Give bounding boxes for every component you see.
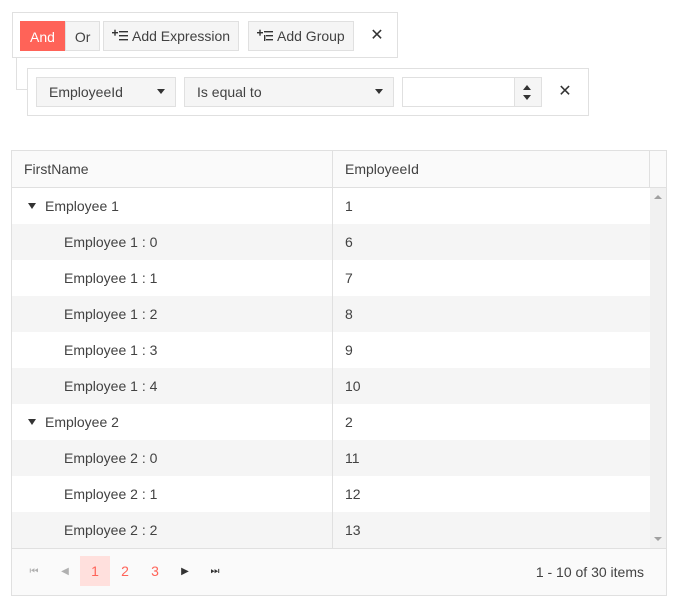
increase-arrow-icon[interactable]	[523, 85, 531, 90]
cell-firstname: Employee 2	[28, 404, 119, 440]
cell-firstname: Employee 1 : 0	[64, 224, 157, 260]
and-button[interactable]: And	[20, 21, 65, 51]
cell-firstname-text: Employee 2	[45, 414, 119, 430]
cell-firstname: Employee 1	[28, 188, 119, 224]
page-number-2[interactable]: 2	[110, 556, 140, 586]
add-group-label: Add Group	[277, 28, 345, 44]
add-group-button[interactable]: Add Group	[248, 21, 354, 51]
table-row[interactable]: Employee 1 : 3 9	[12, 332, 650, 368]
filter-expression: EmployeeId Is equal to ✕	[27, 68, 589, 116]
cell-firstname: Employee 1 : 2	[64, 296, 157, 332]
cell-employeeid: 2	[345, 414, 353, 430]
cell-firstname-text: Employee 1 : 3	[64, 342, 158, 358]
scroll-up-icon[interactable]	[654, 195, 662, 199]
cell-employeeid: 13	[345, 522, 361, 538]
cell-firstname: Employee 2 : 0	[64, 440, 157, 476]
table-row[interactable]: Employee 1 : 2 8	[12, 296, 650, 332]
cell-employeeid: 10	[345, 378, 361, 394]
column-divider	[649, 151, 650, 187]
operator-dropdown-value: Is equal to	[197, 84, 262, 100]
column-divider	[332, 188, 333, 548]
first-page-icon[interactable]: ⏮	[23, 561, 45, 583]
cell-firstname: Employee 2 : 1	[64, 476, 157, 512]
table-row[interactable]: Employee 1 1	[12, 188, 650, 224]
cell-employeeid: 8	[345, 306, 353, 322]
vertical-scrollbar[interactable]	[650, 188, 666, 548]
cell-employeeid: 11	[345, 450, 360, 466]
previous-page-icon[interactable]: ◀	[54, 561, 76, 583]
cell-employeeid: 9	[345, 342, 353, 358]
next-page-icon[interactable]: ▶	[174, 561, 196, 583]
pager-info: 1 - 10 of 30 items	[535, 564, 644, 580]
table-row[interactable]: Employee 2 : 0 11	[12, 440, 650, 476]
scroll-thumb[interactable]	[652, 206, 664, 528]
cell-firstname: Employee 1 : 1	[64, 260, 157, 296]
close-icon[interactable]: ✕	[365, 24, 389, 48]
value-numeric-input[interactable]	[402, 77, 542, 107]
tree-list-grid: FirstName EmployeeId Employee 1 1 Employee…	[11, 150, 667, 596]
cell-firstname-text: Employee 1 : 1	[64, 270, 158, 286]
cell-firstname-text: Employee 1 : 0	[64, 234, 158, 250]
last-page-icon[interactable]: ⏭	[204, 561, 226, 583]
table-row[interactable]: Employee 2 : 1 12	[12, 476, 650, 512]
chevron-down-icon	[157, 89, 165, 94]
table-row[interactable]: Employee 1 : 0 6	[12, 224, 650, 260]
filter-group: And Or Add Expression Add Group ✕	[12, 12, 398, 58]
table-row[interactable]: Employee 2 2	[12, 404, 650, 440]
add-group-icon	[257, 29, 273, 43]
expand-arrow-icon[interactable]	[28, 203, 36, 210]
decrease-arrow-icon[interactable]	[523, 95, 531, 100]
table-row[interactable]: Employee 2 : 2 13	[12, 512, 650, 548]
cell-employeeid: 12	[345, 486, 361, 502]
cell-firstname-text: Employee 2 : 0	[64, 450, 158, 466]
chevron-down-icon	[375, 89, 383, 94]
table-row[interactable]: Employee 1 : 4 10	[12, 368, 650, 404]
operator-dropdown[interactable]: Is equal to	[184, 77, 394, 107]
cell-firstname: Employee 2 : 2	[64, 512, 157, 548]
table-row[interactable]: Employee 1 : 1 7	[12, 260, 650, 296]
field-dropdown-value: EmployeeId	[49, 84, 123, 100]
grid-header: FirstName EmployeeId	[12, 151, 666, 188]
cell-firstname-text: Employee 1 : 2	[64, 306, 158, 322]
scroll-down-icon[interactable]	[654, 537, 662, 541]
grid-body: Employee 1 1 Employee 1 : 0 6 Employee 1 : 1…	[12, 188, 650, 548]
cell-employeeid: 7	[345, 270, 353, 286]
page-number-1[interactable]: 1	[80, 556, 110, 586]
cell-employeeid: 1	[345, 198, 353, 214]
expand-arrow-icon[interactable]	[28, 419, 36, 426]
cell-firstname-text: Employee 2 : 1	[64, 486, 158, 502]
add-expression-button[interactable]: Add Expression	[103, 21, 240, 51]
cell-firstname-text: Employee 2 : 2	[64, 522, 158, 538]
close-icon[interactable]: ✕	[553, 80, 577, 104]
logic-toggle: And Or	[20, 21, 101, 51]
cell-firstname-text: Employee 1 : 4	[64, 378, 158, 394]
value-input[interactable]	[407, 79, 519, 107]
pager: ⏮ ◀ 1 2 3 ▶ ⏭ 1 - 10 of 30 items	[12, 548, 666, 595]
add-expression-label: Add Expression	[132, 28, 231, 44]
cell-firstname: Employee 1 : 3	[64, 332, 157, 368]
page-number-3[interactable]: 3	[140, 556, 170, 586]
add-expression-icon	[112, 29, 128, 43]
field-dropdown[interactable]: EmployeeId	[36, 77, 176, 107]
cell-firstname-text: Employee 1	[45, 198, 119, 214]
cell-employeeid: 6	[345, 234, 353, 250]
column-header-employeeid[interactable]: EmployeeId	[333, 151, 649, 187]
spinner	[514, 78, 541, 106]
column-header-firstname[interactable]: FirstName	[12, 151, 332, 187]
or-button[interactable]: Or	[64, 21, 101, 51]
cell-firstname: Employee 1 : 4	[64, 368, 157, 404]
